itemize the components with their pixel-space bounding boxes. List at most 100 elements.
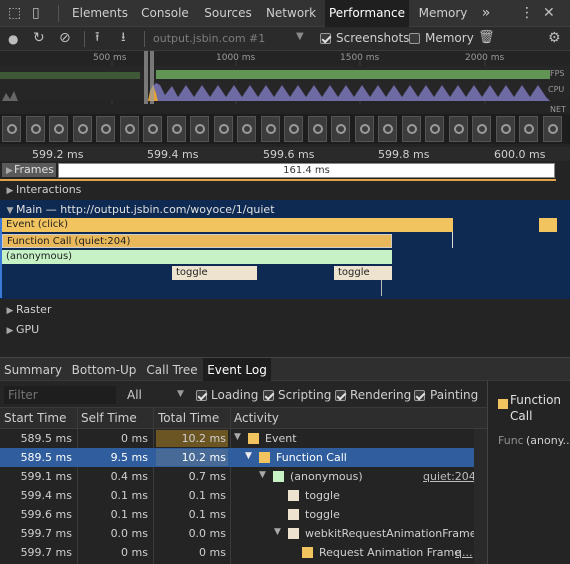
net-label: NET [550,105,566,114]
more-tabs-button[interactable]: » [476,0,496,27]
rendering-label: Rendering [350,388,412,402]
tab-console[interactable]: Console [136,0,194,27]
timeline-overview[interactable]: 500 ms 1000 ms 1500 ms 2000 ms FPS CPU N… [0,51,570,147]
collapse-triangle-icon[interactable]: ▼ [259,470,266,480]
table-row[interactable]: 599.1 ms 0.4 ms 0.7 ms ▼ (anonymous) qui… [0,467,476,486]
reload-record-icon[interactable]: ↻ [33,30,45,46]
frames-track[interactable]: ▶Frames 161.4 ms [0,161,570,181]
gpu-track[interactable]: ▶ GPU [0,321,570,341]
flame-event-other[interactable] [539,218,557,232]
start-time-cell: 599.1 ms [20,470,72,483]
loading-checkbox[interactable] [196,390,207,401]
start-time-cell: 589.5 ms [20,432,72,445]
settings-gear-icon[interactable]: ⚙ [548,30,561,46]
screenshots-checkbox[interactable] [320,33,331,44]
activity-name: Event [265,432,297,445]
tab-sources[interactable]: Sources [200,0,256,27]
filter-input[interactable] [4,386,116,404]
clear-icon[interactable]: ⊘ [59,30,71,46]
collapse-triangle-icon[interactable]: ▼ [245,451,252,461]
screenshot-thumbnail [260,116,280,142]
collapse-triangle-icon[interactable]: ▼ [274,527,281,537]
more-options-icon[interactable]: ⋮ [520,5,534,21]
flame-marker [452,232,453,248]
painting-checkbox[interactable] [414,390,425,401]
details-func-label: Func [498,434,524,447]
table-row[interactable]: 589.5 ms 9.5 ms 10.2 ms ▼ Function Call [0,448,474,467]
raster-track[interactable]: ▶ Raster [0,301,570,321]
details-pane: Function Call Func (anony... [487,381,570,564]
self-time-cell: 0.1 ms [110,508,148,521]
column-start-time[interactable]: Start Time [4,411,67,425]
self-time-cell: 0 ms [121,546,148,559]
tab-bottom-up[interactable]: Bottom-Up [68,358,140,382]
duration-filter-select[interactable]: All [127,388,142,402]
table-row[interactable]: 599.7 ms 0 ms 0 ms Request Animation Fra… [0,543,474,562]
interactions-header: ▶ Interactions [4,183,82,196]
main-header[interactable]: ▼ Main — http://output.jsbin.com/woyoce/1… [4,203,275,216]
performance-toolbar: ● ↻ ⊘ ⭱ ⭳ output.jsbin.com #1 ▼ Screensh… [0,27,570,51]
flame-event-click[interactable]: Event (click) [2,218,453,232]
source-link[interactable]: quiet:204 [423,470,476,483]
interactions-track[interactable]: ▶ Interactions [0,181,570,201]
column-activity[interactable]: Activity [234,411,279,425]
scripting-category-swatch [302,547,313,558]
flame-toggle[interactable]: toggle [334,266,392,280]
gpu-label: GPU [16,323,40,336]
main-thread-track[interactable]: ▼ Main — http://output.jsbin.com/woyoce/1… [0,200,570,299]
scripting-category-swatch [288,509,299,520]
garbage-collect-icon[interactable]: 🗑 [478,30,495,46]
self-time-cell: 0.1 ms [110,489,148,502]
flame-toggle[interactable]: toggle [172,266,257,280]
screenshot-thumbnail [331,116,350,142]
column-total-time[interactable]: Total Time [158,411,219,425]
table-row[interactable]: 599.4 ms 0.1 ms 0.1 ms toggle [0,486,474,505]
event-log-filter-bar: All ▼ Loading Scripting Rendering Painti… [0,381,487,408]
table-row[interactable]: 589.5 ms 0 ms 10.2 ms ▼ Event [0,429,474,448]
memory-checkbox[interactable] [409,33,420,44]
chevron-down-icon[interactable]: ▼ [177,389,184,399]
tab-elements[interactable]: Elements [68,0,132,27]
rendering-checkbox[interactable] [335,390,346,401]
memory-label: Memory [425,31,474,45]
tab-summary[interactable]: Summary [0,358,66,382]
source-link[interactable]: q... [455,546,472,559]
screenshot-thumbnail [495,116,515,142]
total-time-cell: 0.1 ms [188,489,226,502]
device-toolbar-icon[interactable]: ▯ [32,5,40,21]
chevron-down-icon[interactable]: ▼ [296,31,304,42]
tab-memory[interactable]: Memory [414,0,472,27]
ruler-tick: 599.8 ms [378,148,430,161]
screenshot-thumbnail [190,116,209,142]
flame-function-call[interactable]: Function Call (quiet:204) [2,234,392,248]
record-icon[interactable]: ● [8,31,18,47]
activity-name: webkitRequestAnimationFrame [305,527,477,540]
scripting-category-swatch [248,433,259,444]
table-scrollbar[interactable] [474,429,487,564]
tab-performance[interactable]: Performance [325,0,409,27]
collapse-triangle-icon[interactable]: ▼ [234,432,241,442]
tab-network[interactable]: Network [262,0,320,27]
recording-select[interactable]: output.jsbin.com #1 [153,32,265,45]
collapse-triangle-icon: ▼ [6,206,14,216]
tab-call-tree[interactable]: Call Tree [143,358,201,382]
tab-divider [58,5,59,22]
flame-anonymous[interactable]: (anonymous) [2,250,392,264]
screenshots-label: Screenshots [336,31,410,45]
table-row[interactable]: 599.7 ms 0.0 ms 0.0 ms ▼ webkitRequestAn… [0,524,477,543]
total-time-cell: 10.2 ms [181,432,226,445]
column-self-time[interactable]: Self Time [81,411,137,425]
frame-bar[interactable]: 161.4 ms [58,163,555,178]
inspect-element-icon[interactable]: ⬚ [8,5,21,21]
load-profile-icon[interactable]: ⭱ [95,30,100,46]
screenshot-thumbnail [119,116,139,142]
details-title: Function Call [510,393,562,423]
screenshot-thumbnail [143,116,162,142]
table-row[interactable]: 599.6 ms 0.1 ms 0.1 ms toggle [0,505,474,524]
frames-track-header[interactable]: ▶Frames [2,163,56,177]
save-profile-icon[interactable]: ⭳ [121,30,126,46]
tab-event-log[interactable]: Event Log [203,358,271,382]
close-icon[interactable]: ✕ [543,5,555,21]
scripting-checkbox[interactable] [263,390,274,401]
cpu-label: CPU [548,85,565,94]
